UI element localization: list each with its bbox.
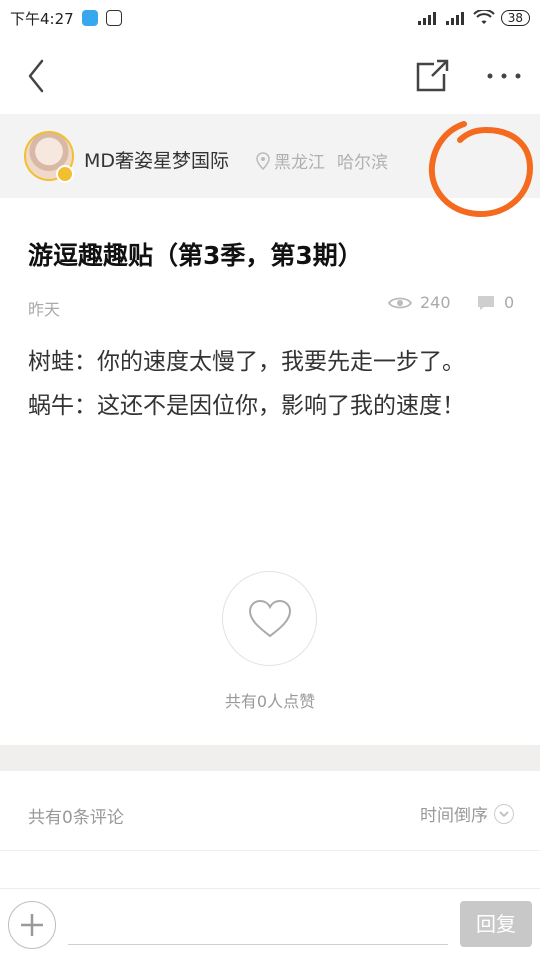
location-icon <box>256 151 270 170</box>
view-count-text: 240 <box>420 293 451 312</box>
app-logo-icon <box>105 10 122 26</box>
chevron-down-icon[interactable] <box>494 803 514 824</box>
add-button[interactable] <box>8 901 56 949</box>
comment-input[interactable] <box>68 903 448 945</box>
post-content: 树蛙：你的速度太慢了，我要先走一步了。 蜗牛：这还不是因位你，影响了我的速度！ <box>28 340 508 428</box>
comments-header: 共有0条评论 时间倒序 <box>0 771 540 851</box>
comment-icon <box>478 295 494 310</box>
status-bar: 下午4:27 38 <box>0 0 540 36</box>
section-divider <box>0 745 540 771</box>
status-time: 下午4:27 <box>10 9 74 28</box>
app-notification-icon <box>81 10 98 26</box>
comments-count: 共有0条评论 <box>28 808 124 828</box>
view-count: 240 <box>388 293 451 312</box>
like-button[interactable] <box>222 571 317 666</box>
status-right: 38 <box>417 0 530 36</box>
sort-control[interactable]: 时间倒序 <box>420 801 514 826</box>
signal-icon <box>417 12 436 25</box>
post-title: 游逗趣趣贴（第3季，第3期） <box>28 241 363 270</box>
signal-icon <box>445 12 464 25</box>
back-button[interactable] <box>22 56 52 96</box>
plus-icon <box>21 914 43 936</box>
share-button[interactable] <box>412 56 452 96</box>
battery-indicator: 38 <box>500 10 530 26</box>
wifi-icon <box>473 10 495 24</box>
crown-badge-icon <box>56 165 74 183</box>
sort-label[interactable]: 时间倒序 <box>420 801 488 826</box>
back-icon <box>28 59 44 93</box>
comment-count: 0 <box>476 293 514 312</box>
location-province: 黑龙江 <box>274 153 325 173</box>
share-icon <box>416 59 449 92</box>
more-button[interactable] <box>484 56 524 96</box>
content-line: 蜗牛：这还不是因位你，影响了我的速度！ <box>28 393 465 419</box>
comment-count-text: 0 <box>504 293 515 312</box>
content-line: 树蛙：你的速度太慢了，我要先走一步了。 <box>28 349 465 375</box>
eye-icon <box>388 297 412 308</box>
location-city: 哈尔滨 <box>337 153 388 173</box>
location: 黑龙江 哈尔滨 <box>256 148 388 173</box>
post-date: 昨天 <box>28 300 61 319</box>
more-icon <box>487 73 521 79</box>
bottom-bar: 回复 <box>0 888 540 960</box>
annotation-circle <box>428 121 534 218</box>
nav-bar <box>0 36 540 114</box>
reply-button[interactable]: 回复 <box>460 901 532 947</box>
like-count: 共有0人点赞 <box>224 692 316 711</box>
heart-icon <box>248 599 291 637</box>
author-name[interactable]: MD奢姿星梦国际 <box>84 146 229 173</box>
